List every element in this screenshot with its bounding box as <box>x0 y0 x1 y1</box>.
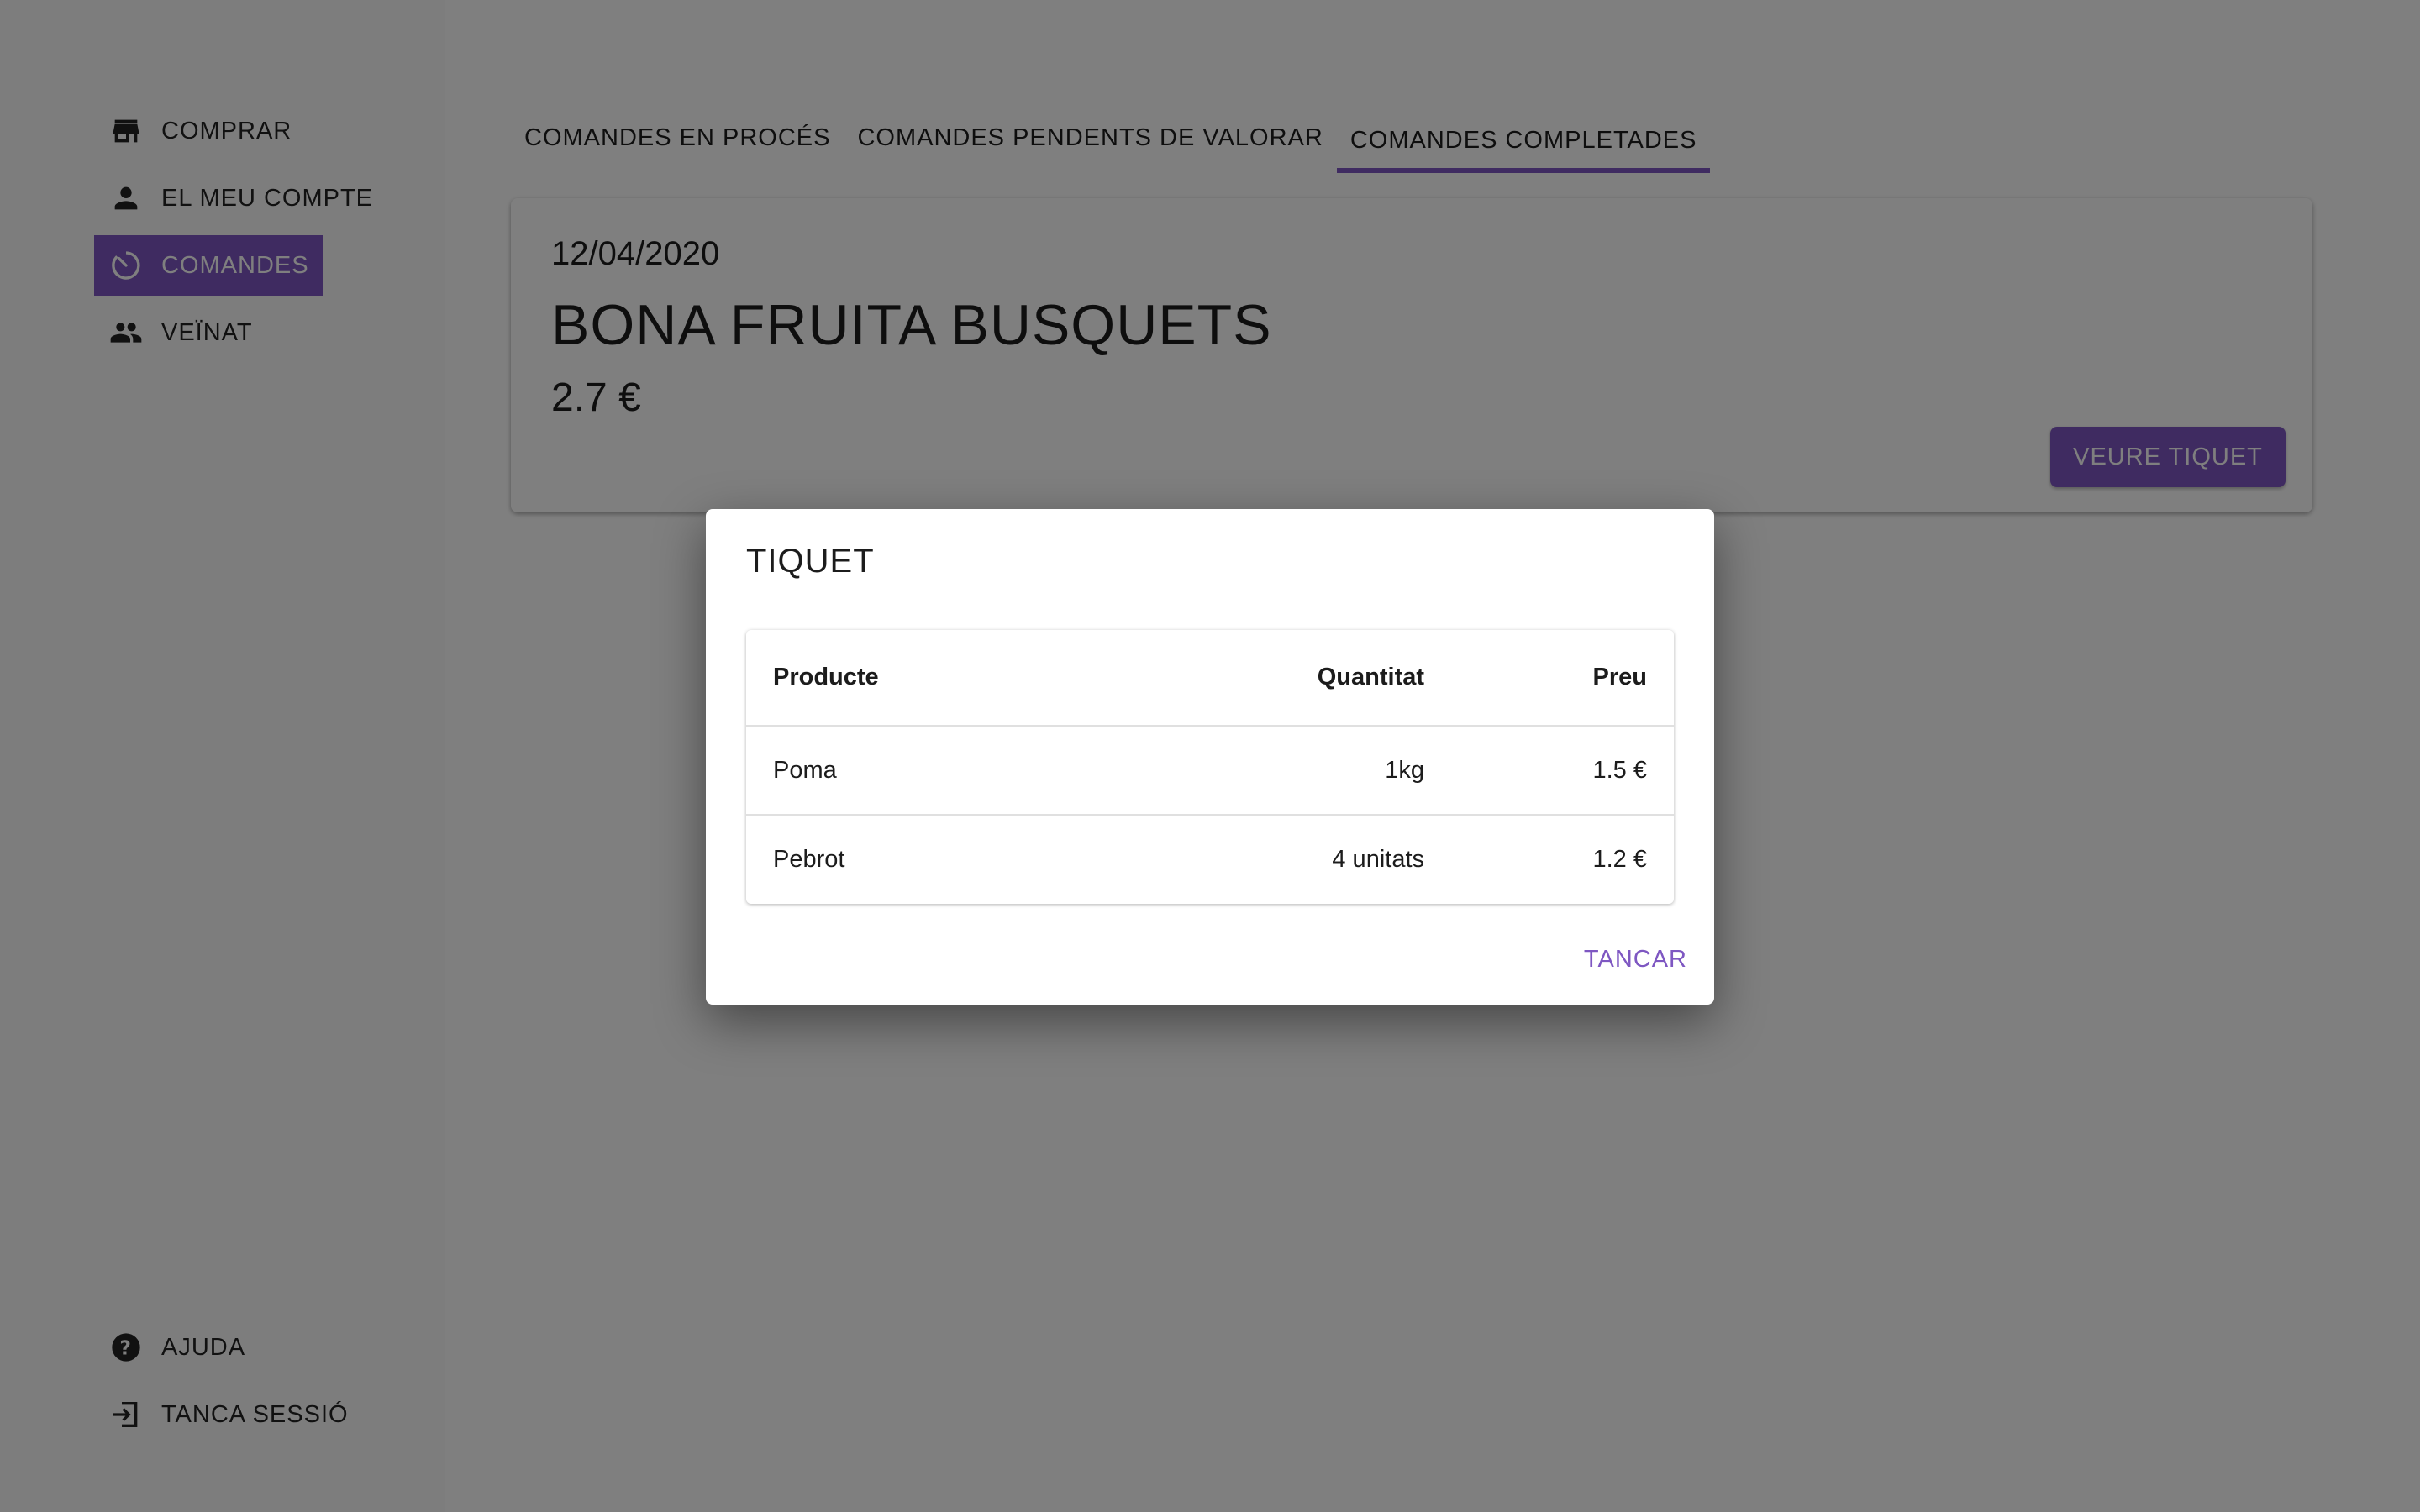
quantity-cell: 1kg <box>1154 726 1452 816</box>
price-cell: 1.2 € <box>1592 846 1648 873</box>
column-header-quantitat: Quantitat <box>1154 630 1452 727</box>
dialog-title: TIQUET <box>746 543 875 580</box>
product-cell: Poma <box>746 726 1155 816</box>
table-row: Poma 1kg 1.5 € <box>746 726 1674 816</box>
quantity-cell: 4 unitats <box>1332 846 1425 873</box>
column-header-producte: Producte <box>746 630 1155 727</box>
ticket-dialog: TIQUET Producte Quantitat Preu Poma 1kg … <box>706 509 1714 1005</box>
product-cell: Pebrot <box>773 846 845 873</box>
price-cell: 1.5 € <box>1451 726 1674 816</box>
table-header-row: Producte Quantitat Preu <box>746 630 1674 727</box>
close-dialog-button[interactable]: TANCAR <box>1584 939 1687 980</box>
ticket-table: Producte Quantitat Preu Poma 1kg 1.5 € P… <box>746 630 1674 904</box>
table-row: Pebrot 4 unitats 1.2 € <box>746 815 1674 904</box>
column-header-preu: Preu <box>1451 630 1674 727</box>
